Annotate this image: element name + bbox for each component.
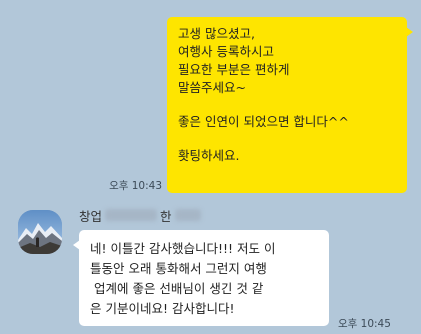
- outgoing-message-time: 오후 10:43: [109, 180, 162, 192]
- message-line: 은 기분이네요! 감사합니다!: [90, 301, 235, 316]
- message-line: 고생 많으셨고,: [178, 26, 255, 41]
- redacted-name-blur: [105, 209, 158, 221]
- message-line: 말씀주세요~: [178, 80, 246, 95]
- incoming-message-bubble[interactable]: 네! 이틀간 감사했습니다!!! 저도 이 틀동안 오래 통화해서 그런지 여행…: [73, 230, 329, 326]
- message-line: 여행사 등록하시고: [178, 44, 274, 59]
- message-line: 홧팅하세요.: [178, 148, 240, 163]
- avatar[interactable]: [18, 210, 62, 254]
- sender-name: 창업 한: [79, 206, 204, 224]
- avatar-mountain-image: [18, 210, 62, 254]
- message-line: 업계에 좋은 선배님이 생긴 것 같: [90, 281, 264, 296]
- incoming-message-time: 오후 10:45: [338, 318, 391, 330]
- sender-name-prefix: 창업: [79, 208, 103, 224]
- message-line: 틀동안 오래 통화해서 그런지 여행: [90, 261, 267, 276]
- redacted-name-blur: [174, 209, 201, 221]
- chat-area: 고생 많으셨고, 여행사 등록하시고 필요한 부분은 편하게 말씀주세요~ 좋은…: [0, 0, 421, 334]
- outgoing-message-bubble[interactable]: 고생 많으셨고, 여행사 등록하시고 필요한 부분은 편하게 말씀주세요~ 좋은…: [167, 17, 413, 193]
- sender-name-middle: 한: [160, 208, 172, 224]
- message-line: 네! 이틀간 감사했습니다!!! 저도 이: [90, 241, 276, 256]
- message-line: 좋은 인연이 되었으면 합니다^^: [178, 114, 349, 129]
- message-line: 필요한 부분은 편하게: [178, 62, 290, 77]
